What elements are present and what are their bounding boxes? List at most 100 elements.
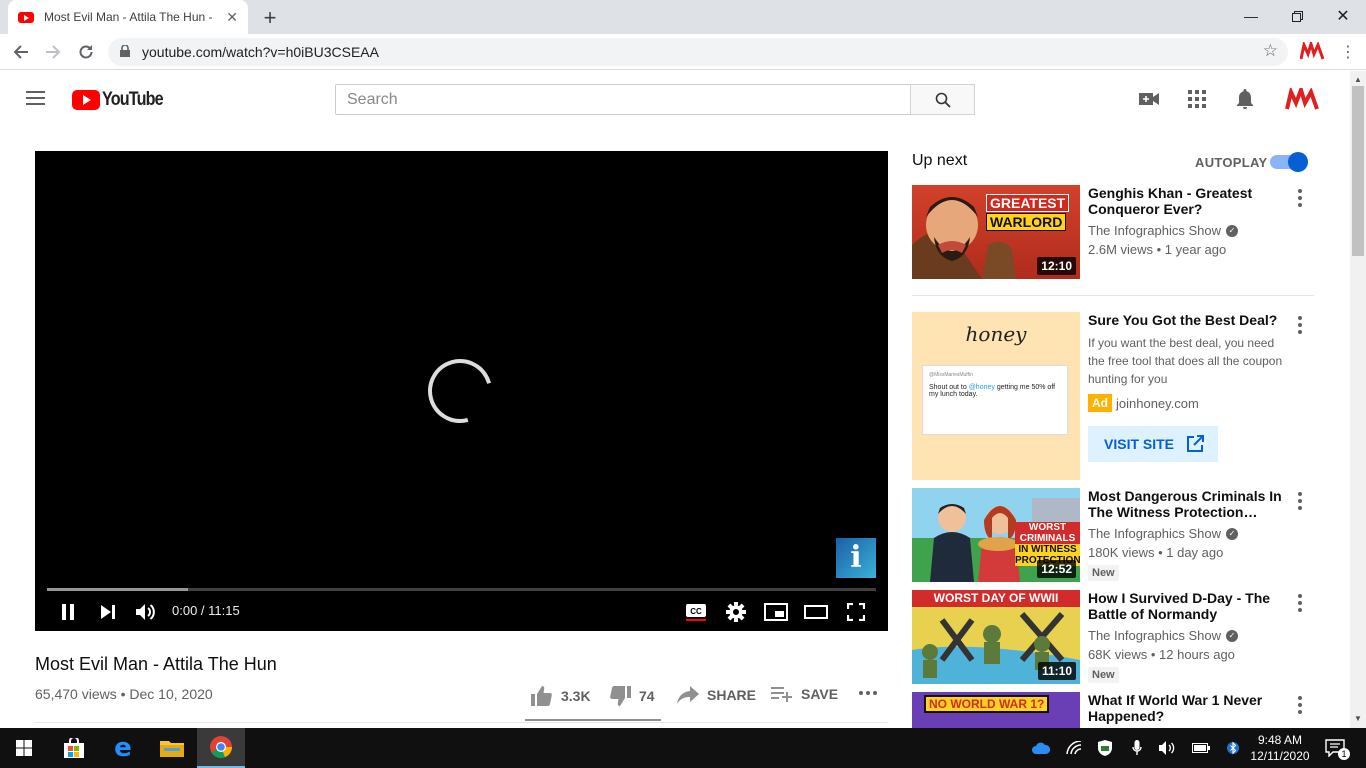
youtube-logo[interactable]: YouTube [72,89,173,111]
chrome-taskbar-button[interactable] [197,728,245,768]
microphone-icon[interactable] [1127,740,1147,756]
bluetooth-icon[interactable] [1223,740,1243,756]
apps-grid-icon[interactable] [1185,87,1209,111]
save-button[interactable]: SAVE [771,686,838,702]
more-actions-button[interactable] [858,690,878,696]
tab-title: Most Evil Man - Attila The Hun - [44,10,213,24]
search-input[interactable]: Search [335,84,911,115]
account-avatar-icon[interactable] [1285,87,1319,111]
minimize-icon[interactable]: — [1228,0,1274,32]
file-explorer-taskbar-button[interactable] [148,728,196,768]
new-badge: New [1088,667,1119,683]
store-taskbar-button[interactable] [50,728,98,768]
list-item[interactable]: WORST CRIMINALS IN WITNESS PROTECTION 12… [912,488,1314,582]
tab-close-icon[interactable]: ✕ [226,9,238,26]
thumbs-up-icon [531,686,553,706]
hamburger-menu-icon[interactable] [26,91,45,109]
wifi-icon[interactable] [1064,740,1084,756]
video-thumbnail[interactable]: WORST DAY OF WWII 11:10 [912,590,1080,684]
next-button[interactable] [97,600,119,624]
fullscreen-button[interactable] [843,600,869,624]
autoplay-label: AUTOPLAY [1195,155,1268,170]
folder-icon [160,741,184,757]
restore-icon[interactable] [1274,0,1320,32]
miniplayer-button[interactable] [763,600,789,624]
profile-avatar-icon[interactable] [1299,38,1325,62]
search-button[interactable] [910,84,975,115]
ad-title[interactable]: Sure You Got the Best Deal? [1088,312,1292,328]
captions-button[interactable]: CC [684,600,708,624]
like-button[interactable]: 3.3K [531,686,591,706]
more-options-icon[interactable] [1298,492,1302,513]
dislike-button[interactable]: 74 [609,686,655,706]
video-duration: 12:52 [1037,560,1076,578]
video-player[interactable]: i 0:00 / 11:15 CC [35,151,888,631]
video-title[interactable]: How I Survived D-Day - The Battle of Nor… [1088,590,1288,622]
list-item[interactable]: GREATEST WARLORD 12:10 Genghis Khan - Gr… [912,185,1314,279]
edge-taskbar-button[interactable]: e [99,728,147,768]
address-bar[interactable]: youtube.com/watch?v=h0iBU3CSEAA ☆ [108,38,1288,66]
speaker-volume-icon[interactable] [1158,740,1178,756]
channel-name[interactable]: The Infographics Show ✓ [1088,628,1288,643]
bookmark-star-icon[interactable]: ☆ [1263,41,1278,61]
browser-tab-active[interactable]: Most Evil Man - Attila The Hun - ✕ [8,0,248,34]
visit-site-button[interactable]: VISIT SITE [1088,426,1218,462]
share-arrow-icon [677,686,699,704]
action-center-icon[interactable]: 1 [1322,739,1350,760]
forward-icon[interactable] [41,40,65,64]
scroll-up-arrow-icon[interactable]: ▲ [1354,75,1362,84]
video-thumbnail[interactable]: GREATEST WARLORD 12:10 [912,185,1080,279]
youtube-play-logo-icon [72,90,100,110]
autoplay-toggle[interactable] [1270,152,1308,172]
video-views: 180K views • 1 day ago [1088,545,1224,560]
list-item[interactable]: WORST DAY OF WWII 11:10 How I Survived D… [912,590,1314,684]
notifications-bell-icon[interactable] [1233,87,1257,111]
ad-item[interactable]: honey @MissMariesMuffin Shout out to @ho… [912,312,1314,480]
start-button[interactable] [0,728,48,768]
more-options-icon[interactable] [1298,316,1302,337]
save-label: SAVE [801,686,839,702]
browser-menu-icon[interactable]: ⋮ [1340,42,1356,62]
more-options-icon[interactable] [1298,594,1302,615]
channel-watermark[interactable]: i [836,538,876,578]
video-title[interactable]: Most Dangerous Criminals In The Witness … [1088,488,1288,520]
scroll-down-arrow-icon[interactable]: ▼ [1354,714,1362,723]
sentiment-fill [525,719,659,721]
more-options-icon[interactable] [1298,696,1302,717]
defender-shield-icon[interactable] [1095,740,1115,756]
video-title[interactable]: Genghis Khan - Greatest Conqueror Ever? [1088,185,1288,217]
list-item[interactable]: NO WORLD WAR 1? What If World War 1 Neve… [912,692,1314,728]
page-scrollbar[interactable]: ▲ ▼ [1350,71,1366,728]
ad-source: Ad joinhoney.com [1088,394,1292,412]
system-clock[interactable]: 9:48 AM 12/11/2020 [1245,732,1315,764]
video-thumbnail[interactable]: NO WORLD WAR 1? [912,692,1080,728]
progress-bar[interactable] [47,588,876,591]
more-options-icon[interactable] [1298,189,1302,210]
battery-icon[interactable] [1191,740,1211,756]
scrollbar-thumb[interactable] [1352,86,1364,256]
ad-thumbnail[interactable]: honey @MissMariesMuffin Shout out to @ho… [912,312,1080,480]
channel-name[interactable]: The Infographics Show ✓ [1088,526,1288,541]
more-horizontal-icon [859,691,877,695]
channel-name[interactable]: The Infographics Show ✓ [1088,223,1288,238]
channel-name-text: The Infographics Show [1088,223,1221,238]
new-tab-icon[interactable]: + [258,5,282,31]
theater-mode-button[interactable] [803,600,829,624]
share-button[interactable]: SHARE [677,686,756,704]
close-window-icon[interactable]: ✕ [1320,0,1366,32]
verified-check-icon: ✓ [1225,629,1238,642]
video-info: What If World War 1 Never Happened? [1088,692,1288,724]
reload-icon[interactable] [74,40,98,64]
video-thumbnail[interactable]: WORST CRIMINALS IN WITNESS PROTECTION 12… [912,488,1080,582]
external-link-icon [1187,435,1205,452]
video-title[interactable]: What If World War 1 Never Happened? [1088,692,1288,724]
volume-button[interactable] [134,600,158,624]
time-display: 0:00 / 11:15 [172,603,240,618]
settings-button[interactable] [724,600,748,624]
thumbnail-text: IN WITNESS [1015,544,1080,555]
back-icon[interactable] [9,40,33,64]
onedrive-cloud-icon[interactable] [1031,740,1051,756]
pause-button[interactable] [57,600,79,624]
divider [35,722,888,723]
create-video-icon[interactable] [1137,87,1161,111]
